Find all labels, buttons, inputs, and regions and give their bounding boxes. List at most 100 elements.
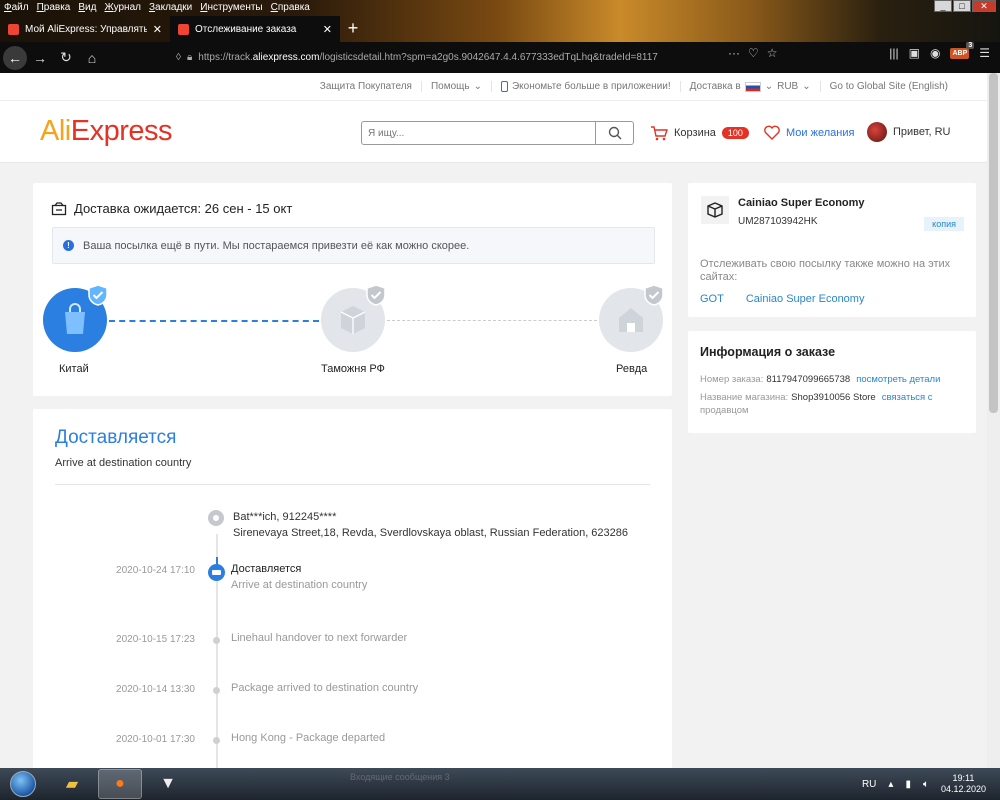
library-icon[interactable]: ||| (889, 46, 898, 60)
aliexpress-logo[interactable]: AliExpress (40, 115, 173, 148)
event-date: 2020-10-24 17:10 (116, 565, 195, 576)
tab-title: Отслеживание заказа (195, 23, 297, 35)
network-icon[interactable]: ▮ (905, 779, 911, 790)
tracking-progress-card: Доставка ожидается: 26 сен - 15 окт ! Ва… (33, 183, 672, 396)
menu-help[interactable]: Справка (271, 0, 310, 15)
wishlist-link[interactable]: Мои желания (763, 125, 854, 141)
event-title: Hong Kong - Package departed (231, 732, 386, 744)
adblock-icon[interactable]: ABP 3 (950, 41, 975, 59)
event-date: 2020-10-01 17:30 (116, 734, 195, 745)
cart-link[interactable]: Корзина 100 (650, 125, 749, 141)
taskbar-task-title[interactable]: Входящие сообщения 3 (350, 772, 490, 796)
reload-button[interactable]: ↻ (53, 45, 79, 71)
hamburger-menu-icon[interactable]: ☰ (979, 46, 990, 60)
app-promo-link[interactable]: Экономьте больше в приложении! (490, 81, 680, 92)
user-menu[interactable]: Привет, RU (867, 122, 950, 142)
search-input[interactable] (362, 122, 595, 144)
page-scrollbar[interactable] (987, 73, 1000, 768)
scrollbar-thumb[interactable] (989, 73, 998, 413)
progress-line-done (109, 320, 319, 322)
maximize-button[interactable]: □ (953, 0, 971, 12)
menu-edit[interactable]: Правка (37, 0, 71, 15)
notice-text: Ваша посылка ещё в пути. Мы постараемся … (83, 239, 470, 252)
firefox-taskbar-button[interactable]: ● (98, 769, 142, 799)
url-domain: aliexpress.com (252, 52, 320, 63)
menu-file[interactable]: Файл (4, 0, 29, 15)
phone-icon (500, 81, 508, 92)
app-taskbar-button[interactable]: ▼ (146, 769, 190, 799)
event-description: Arrive at destination country (231, 579, 368, 591)
nav-bar: ← → ↻ ⌂ ◊ 🔒︎ https://track.aliexpress.co… (0, 41, 1000, 73)
menu-bar: Файл Правка Вид Журнал Закладки Инструме… (0, 0, 1000, 15)
search-button[interactable] (595, 122, 633, 144)
tray-arrow-icon[interactable]: ▴ (888, 779, 893, 790)
account-icon[interactable]: ◉ (930, 46, 940, 60)
chevron-down-icon: ⌄ (802, 81, 811, 92)
page-actions-icon[interactable]: ··· (728, 46, 740, 60)
minimize-button[interactable]: _ (934, 0, 952, 12)
pocket-icon[interactable]: ♡ (748, 46, 759, 60)
language-indicator[interactable]: RU (862, 779, 876, 790)
ship-to-selector[interactable]: Доставка в ⌄ RUB ⌄ (679, 81, 820, 92)
toolbar-right: ||| ▣ ◉ ABP 3 ☰ (889, 41, 990, 60)
folder-icon: ▰ (65, 776, 79, 793)
search-icon (608, 126, 621, 140)
tab-my-aliexpress[interactable]: Мой AliExpress: Управлять зак ✕ (0, 16, 170, 42)
help-menu[interactable]: Помощь ⌄ (420, 81, 491, 92)
check-shield-icon (88, 284, 108, 306)
volume-icon[interactable]: 🔈︎ (923, 779, 929, 790)
tab-close-icon[interactable]: ✕ (323, 23, 332, 36)
wishlist-label: Мои желания (786, 127, 855, 139)
tab-close-icon[interactable]: ✕ (153, 23, 162, 36)
recipient-name: Bat***ich, 912245**** (233, 511, 337, 523)
copy-button[interactable]: копия (924, 217, 964, 231)
delivery-box-icon (51, 201, 67, 215)
order-number: 8117947099665738 (766, 374, 851, 385)
got-link[interactable]: GOT (700, 293, 724, 305)
contact-seller-link[interactable]: связаться с (882, 392, 933, 403)
stage-label-china: Китай (59, 363, 89, 375)
close-window-button[interactable]: ✕ (972, 0, 996, 12)
bookmark-star-icon[interactable]: ☆ (767, 46, 778, 60)
chevron-down-icon: ⌄ (473, 81, 482, 92)
clock[interactable]: 19:11 04.12.2020 (941, 773, 986, 795)
tab-order-tracking[interactable]: Отслеживание заказа ✕ (170, 16, 340, 42)
event-date: 2020-10-14 13:30 (116, 684, 195, 695)
cainiao-link[interactable]: Cainiao Super Economy (746, 293, 865, 305)
menu-history[interactable]: Журнал (104, 0, 141, 15)
sidebar-icon[interactable]: ▣ (909, 46, 920, 60)
firefox-icon: ● (115, 775, 125, 792)
forward-button[interactable]: → (27, 45, 53, 71)
contact-seller-link-cont[interactable]: продавцом (700, 405, 749, 416)
menu-tools[interactable]: Инструменты (200, 0, 262, 15)
new-tab-button[interactable]: + (340, 16, 366, 42)
home-button[interactable]: ⌂ (79, 45, 105, 71)
shopping-bag-icon (65, 303, 85, 334)
url-bar[interactable]: ◊ 🔒︎ https://track.aliexpress.com/logist… (176, 47, 724, 69)
info-icon: ! (63, 240, 74, 251)
timeline-event: 2020-10-14 13:30 Package arrived to dest… (33, 682, 672, 714)
avatar (867, 122, 887, 142)
url-prefix: https://track. (198, 52, 253, 63)
menu-bookmarks[interactable]: Закладки (149, 0, 192, 15)
order-info-title: Информация о заказе (700, 345, 836, 359)
eta-text: Доставка ожидается: 26 сен - 15 окт (74, 201, 293, 216)
back-button[interactable]: ← (3, 45, 27, 70)
explorer-taskbar-button[interactable]: ▰ (50, 769, 94, 799)
lock-icon[interactable]: 🔒︎ (187, 52, 192, 63)
cart-count-badge: 100 (721, 127, 749, 139)
global-site-link[interactable]: Go to Global Site (English) (819, 81, 957, 92)
system-tray: RU ▴ ▮ 🔈︎ 19:11 04.12.2020 (862, 768, 1000, 800)
also-track-text: Отслеживать свою посылку также можно на … (700, 258, 951, 283)
menu-view[interactable]: Вид (78, 0, 96, 15)
window-controls: _ □ ✕ (934, 0, 996, 12)
order-info-card: Информация о заказе Номер заказа: 8117947… (688, 331, 976, 433)
event-title: Package arrived to destination country (231, 682, 419, 694)
view-details-link[interactable]: посмотреть детали (856, 374, 940, 385)
transit-notice: ! Ваша посылка ещё в пути. Мы постараемс… (52, 227, 655, 264)
start-button[interactable] (0, 768, 46, 800)
buyer-protection-link[interactable]: Защита Покупателя (311, 81, 421, 92)
shield-icon[interactable]: ◊ (176, 52, 181, 63)
clock-date: 04.12.2020 (940, 784, 986, 794)
tracking-sites: GOT Cainiao Super Economy (700, 293, 864, 305)
